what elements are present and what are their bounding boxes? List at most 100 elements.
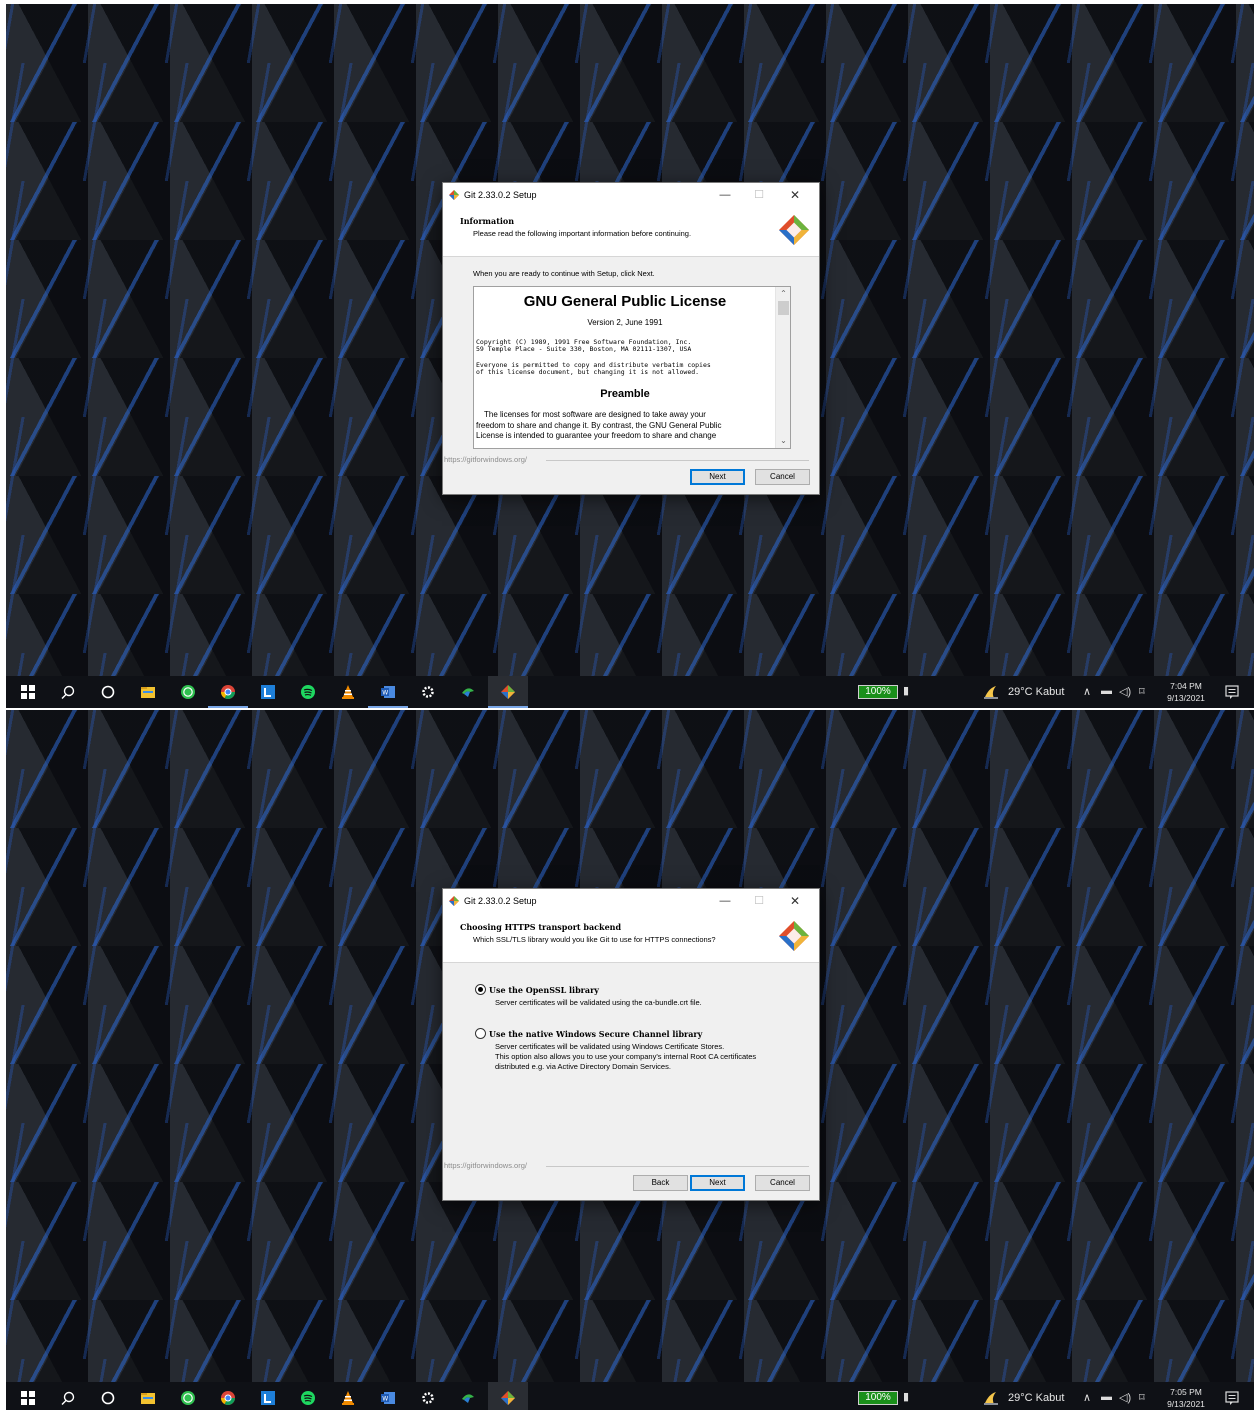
taskbar-spotify[interactable] xyxy=(288,1382,328,1410)
cancel-button[interactable]: Cancel xyxy=(755,1175,810,1191)
weather-moon-icon[interactable] xyxy=(983,1390,999,1406)
minimize-icon[interactable]: — xyxy=(711,186,739,204)
input-method-icon[interactable]: ⌑ xyxy=(1139,685,1145,698)
license-copyright: Copyright (C) 1989, 1991 Free Software F… xyxy=(474,339,776,353)
title-bar[interactable]: Git 2.33.0.2 Setup — ☐ ✕ xyxy=(443,183,819,207)
maximize-icon[interactable]: ☐ xyxy=(745,892,773,910)
scroll-thumb[interactable] xyxy=(778,301,789,315)
taskbar-chrome[interactable] xyxy=(208,676,248,708)
screenshot-license: Git 2.33.0.2 Setup — ☐ ✕ Information Ple… xyxy=(6,4,1254,708)
taskbar-chrome[interactable] xyxy=(208,1382,248,1410)
whatsapp-icon xyxy=(181,685,195,699)
notifications-icon[interactable] xyxy=(1224,1390,1240,1406)
taskbar-git-installer[interactable] xyxy=(488,676,528,708)
taskbar-git-installer[interactable] xyxy=(488,1382,528,1410)
license-textbox[interactable]: GNU General Public License Version 2, Ju… xyxy=(473,286,791,449)
page-subtitle: Which SSL/TLS library would you like Git… xyxy=(473,935,716,944)
spotify-icon xyxy=(301,1391,315,1405)
wizard-body: When you are ready to continue with Setu… xyxy=(443,258,819,458)
copyright-line: 59 Temple Place - Suite 330, Boston, MA … xyxy=(476,345,692,353)
taskbar-word[interactable]: W xyxy=(368,1382,408,1410)
file-explorer-icon xyxy=(141,1393,155,1404)
network-icon[interactable]: ▬ xyxy=(1101,685,1112,697)
taskbar-word[interactable]: W xyxy=(368,676,408,708)
taskbar-l-app[interactable] xyxy=(248,676,288,708)
cortana-button[interactable] xyxy=(88,1382,128,1410)
license-scrollbar[interactable]: ⌃ ⌄ xyxy=(775,287,790,448)
battery-indicator[interactable]: 100% xyxy=(858,1391,898,1405)
weather-text[interactable]: 29°C Kabut xyxy=(1008,1392,1064,1404)
clock[interactable]: 7:05 PM 9/13/2021 xyxy=(1158,1386,1214,1410)
svg-text:W: W xyxy=(382,1396,388,1403)
search-button[interactable] xyxy=(48,676,88,708)
taskbar-settings[interactable] xyxy=(408,676,448,708)
schannel-label[interactable]: Use the native Windows Secure Channel li… xyxy=(489,1029,702,1039)
chevron-up-icon[interactable]: ⌃ xyxy=(776,287,790,301)
battery-plug-icon: ▮ xyxy=(903,1391,910,1403)
minimize-icon[interactable]: — xyxy=(711,892,739,910)
taskbar-vlc[interactable] xyxy=(328,1382,368,1410)
chrome-icon xyxy=(221,1391,235,1405)
next-button[interactable]: Next xyxy=(690,469,745,485)
close-icon[interactable]: ✕ xyxy=(781,892,809,910)
chevron-up-icon[interactable]: ∧ xyxy=(1083,685,1091,698)
license-title: GNU General Public License xyxy=(523,293,727,310)
settings-gear-icon xyxy=(422,1392,434,1404)
taskbar: W 100% ▮ 29°C Kabut ∧ ▬ ◁) ⌑ 7:05 PM 9/1… xyxy=(6,1382,1254,1410)
taskbar-app[interactable] xyxy=(448,1382,488,1410)
taskbar-whatsapp[interactable] xyxy=(168,1382,208,1410)
permission-line: of this license document, but changing i… xyxy=(476,368,700,376)
volume-icon[interactable]: ◁) xyxy=(1119,685,1131,698)
page-title: Information xyxy=(460,216,515,226)
cancel-button[interactable]: Cancel xyxy=(755,469,810,485)
clock[interactable]: 7:04 PM 9/13/2021 xyxy=(1158,680,1214,704)
taskbar-file-explorer[interactable] xyxy=(128,676,168,708)
title-bar[interactable]: Git 2.33.0.2 Setup — ☐ ✕ xyxy=(443,889,819,913)
weather-text[interactable]: 29°C Kabut xyxy=(1008,686,1064,698)
l-app-icon xyxy=(261,685,275,699)
weather-moon-icon[interactable] xyxy=(983,684,999,700)
chevron-up-icon[interactable]: ∧ xyxy=(1083,1391,1091,1404)
taskbar-spotify[interactable] xyxy=(288,676,328,708)
page-title: Choosing HTTPS transport backend xyxy=(460,922,622,932)
taskbar-file-explorer[interactable] xyxy=(128,1382,168,1410)
close-icon[interactable]: ✕ xyxy=(781,186,809,204)
back-button[interactable]: Back xyxy=(633,1175,688,1191)
start-button[interactable] xyxy=(8,1382,48,1410)
openssl-description: Server certificates will be validated us… xyxy=(495,998,702,1007)
chrome-icon xyxy=(221,685,235,699)
input-method-icon[interactable]: ⌑ xyxy=(1139,1391,1145,1404)
volume-icon[interactable]: ◁) xyxy=(1119,1391,1131,1404)
footer-url[interactable]: https://gitforwindows.org/ xyxy=(444,455,530,464)
openssl-radio[interactable] xyxy=(475,984,486,995)
taskbar-vlc[interactable] xyxy=(328,676,368,708)
schannel-radio[interactable] xyxy=(475,1028,486,1039)
next-button[interactable]: Next xyxy=(690,1175,745,1191)
taskbar-l-app[interactable] xyxy=(248,1382,288,1410)
start-button[interactable] xyxy=(8,676,48,708)
openssl-label[interactable]: Use the OpenSSL library xyxy=(489,985,599,995)
svg-text:W: W xyxy=(382,690,388,697)
footer-url[interactable]: https://gitforwindows.org/ xyxy=(444,1161,530,1170)
network-icon[interactable]: ▬ xyxy=(1101,1391,1112,1403)
file-explorer-icon xyxy=(141,687,155,698)
git-installer-icon xyxy=(501,1391,515,1405)
taskbar-whatsapp[interactable] xyxy=(168,676,208,708)
battery-indicator[interactable]: 100% xyxy=(858,685,898,699)
search-button[interactable] xyxy=(48,1382,88,1410)
taskbar-app[interactable] xyxy=(448,676,488,708)
cortana-button[interactable] xyxy=(88,676,128,708)
cortana-icon xyxy=(101,1391,115,1405)
chevron-down-icon[interactable]: ⌄ xyxy=(776,434,790,448)
wizard-header: Choosing HTTPS transport backend Which S… xyxy=(443,913,819,963)
vlc-icon xyxy=(342,1391,354,1405)
battery-plug-icon: ▮ xyxy=(903,685,910,697)
window-title: Git 2.33.0.2 Setup xyxy=(464,190,537,200)
taskbar-settings[interactable] xyxy=(408,1382,448,1410)
maximize-icon[interactable]: ☐ xyxy=(745,186,773,204)
notifications-icon[interactable] xyxy=(1224,684,1240,700)
page-subtitle: Please read the following important info… xyxy=(473,229,692,238)
spotify-icon xyxy=(301,685,315,699)
description-line: This option also allows you to use your … xyxy=(495,1052,757,1061)
setup-dialog: Git 2.33.0.2 Setup — ☐ ✕ Choosing HTTPS … xyxy=(442,888,820,1201)
